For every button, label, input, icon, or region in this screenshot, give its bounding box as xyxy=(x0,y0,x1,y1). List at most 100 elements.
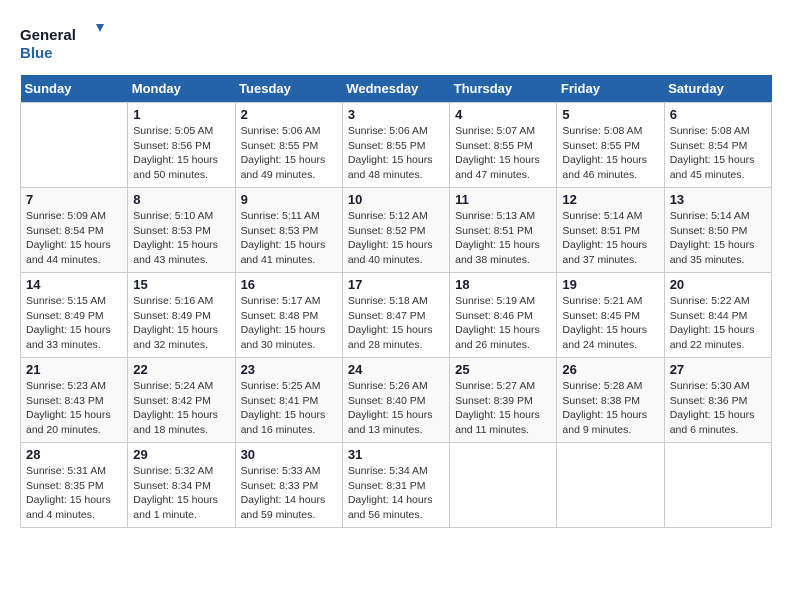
header-friday: Friday xyxy=(557,75,664,103)
day-number: 19 xyxy=(562,277,658,292)
day-info: Sunrise: 5:06 AMSunset: 8:55 PMDaylight:… xyxy=(348,124,444,183)
day-info: Sunrise: 5:08 AMSunset: 8:55 PMDaylight:… xyxy=(562,124,658,183)
day-info: Sunrise: 5:10 AMSunset: 8:53 PMDaylight:… xyxy=(133,209,229,268)
day-number: 23 xyxy=(241,362,337,377)
calendar-cell: 23 Sunrise: 5:25 AMSunset: 8:41 PMDayligh… xyxy=(235,358,342,443)
calendar-cell: 27 Sunrise: 5:30 AMSunset: 8:36 PMDayligh… xyxy=(664,358,771,443)
day-info: Sunrise: 5:08 AMSunset: 8:54 PMDaylight:… xyxy=(670,124,766,183)
day-number: 18 xyxy=(455,277,551,292)
day-info: Sunrise: 5:34 AMSunset: 8:31 PMDaylight:… xyxy=(348,464,444,523)
calendar-cell: 2Sunrise: 5:06 AMSunset: 8:55 PMDaylight… xyxy=(235,103,342,188)
header-wednesday: Wednesday xyxy=(342,75,449,103)
day-info: Sunrise: 5:07 AMSunset: 8:55 PMDaylight:… xyxy=(455,124,551,183)
calendar-cell: 13 Sunrise: 5:14 AMSunset: 8:50 PMDayligh… xyxy=(664,188,771,273)
day-info: Sunrise: 5:32 AMSunset: 8:34 PMDaylight:… xyxy=(133,464,229,523)
calendar-cell: 14 Sunrise: 5:15 AMSunset: 8:49 PMDayligh… xyxy=(21,273,128,358)
day-info: Sunrise: 5:31 AMSunset: 8:35 PMDaylight:… xyxy=(26,464,122,523)
day-number: 12 xyxy=(562,192,658,207)
day-info: Sunrise: 5:09 AMSunset: 8:54 PMDaylight:… xyxy=(26,209,122,268)
svg-text:Blue: Blue xyxy=(20,45,53,62)
calendar-cell: 29 Sunrise: 5:32 AMSunset: 8:34 PMDayligh… xyxy=(128,443,235,528)
logo-svg: General Blue xyxy=(20,20,110,65)
day-number: 11 xyxy=(455,192,551,207)
calendar-cell: 12 Sunrise: 5:14 AMSunset: 8:51 PMDayligh… xyxy=(557,188,664,273)
calendar-cell: 30 Sunrise: 5:33 AMSunset: 8:33 PMDayligh… xyxy=(235,443,342,528)
day-number: 22 xyxy=(133,362,229,377)
calendar-cell: 15 Sunrise: 5:16 AMSunset: 8:49 PMDayligh… xyxy=(128,273,235,358)
calendar-cell: 3 Sunrise: 5:06 AMSunset: 8:55 PMDaylight… xyxy=(342,103,449,188)
calendar-cell: 10Sunrise: 5:12 AMSunset: 8:52 PMDayligh… xyxy=(342,188,449,273)
day-info: Sunrise: 5:28 AMSunset: 8:38 PMDaylight:… xyxy=(562,379,658,438)
calendar-cell: 9 Sunrise: 5:11 AMSunset: 8:53 PMDaylight… xyxy=(235,188,342,273)
day-info: Sunrise: 5:25 AMSunset: 8:41 PMDaylight:… xyxy=(241,379,337,438)
day-info: Sunrise: 5:21 AMSunset: 8:45 PMDaylight:… xyxy=(562,294,658,353)
day-info: Sunrise: 5:12 AMSunset: 8:52 PMDaylight:… xyxy=(348,209,444,268)
day-info: Sunrise: 5:13 AMSunset: 8:51 PMDaylight:… xyxy=(455,209,551,268)
calendar-cell: 16Sunrise: 5:17 AMSunset: 8:48 PMDayligh… xyxy=(235,273,342,358)
calendar-cell xyxy=(557,443,664,528)
week-row-4: 21 Sunrise: 5:23 AMSunset: 8:43 PMDayligh… xyxy=(21,358,772,443)
calendar-cell: 5 Sunrise: 5:08 AMSunset: 8:55 PMDaylight… xyxy=(557,103,664,188)
header-saturday: Saturday xyxy=(664,75,771,103)
day-number: 13 xyxy=(670,192,766,207)
day-number: 16 xyxy=(241,277,337,292)
day-info: Sunrise: 5:11 AMSunset: 8:53 PMDaylight:… xyxy=(241,209,337,268)
day-info: Sunrise: 5:14 AMSunset: 8:50 PMDaylight:… xyxy=(670,209,766,268)
day-number: 29 xyxy=(133,447,229,462)
header-sunday: Sunday xyxy=(21,75,128,103)
day-number: 27 xyxy=(670,362,766,377)
day-number: 9 xyxy=(241,192,337,207)
day-number: 30 xyxy=(241,447,337,462)
calendar-cell: 11 Sunrise: 5:13 AMSunset: 8:51 PMDayligh… xyxy=(450,188,557,273)
day-number: 15 xyxy=(133,277,229,292)
calendar-cell: 1Sunrise: 5:05 AMSunset: 8:56 PMDaylight… xyxy=(128,103,235,188)
day-info: Sunrise: 5:33 AMSunset: 8:33 PMDaylight:… xyxy=(241,464,337,523)
day-number: 24 xyxy=(348,362,444,377)
day-number: 14 xyxy=(26,277,122,292)
page-header: General Blue xyxy=(20,20,772,65)
calendar-cell: 28 Sunrise: 5:31 AMSunset: 8:35 PMDayligh… xyxy=(21,443,128,528)
calendar-cell: 25 Sunrise: 5:27 AMSunset: 8:39 PMDayligh… xyxy=(450,358,557,443)
calendar-cell xyxy=(450,443,557,528)
day-number: 1 xyxy=(133,107,229,122)
svg-text:General: General xyxy=(20,27,76,44)
header-row: SundayMondayTuesdayWednesdayThursdayFrid… xyxy=(21,75,772,103)
day-info: Sunrise: 5:15 AMSunset: 8:49 PMDaylight:… xyxy=(26,294,122,353)
logo: General Blue xyxy=(20,20,110,65)
calendar-cell: 17 Sunrise: 5:18 AMSunset: 8:47 PMDayligh… xyxy=(342,273,449,358)
day-info: Sunrise: 5:18 AMSunset: 8:47 PMDaylight:… xyxy=(348,294,444,353)
day-info: Sunrise: 5:22 AMSunset: 8:44 PMDaylight:… xyxy=(670,294,766,353)
day-info: Sunrise: 5:14 AMSunset: 8:51 PMDaylight:… xyxy=(562,209,658,268)
day-info: Sunrise: 5:26 AMSunset: 8:40 PMDaylight:… xyxy=(348,379,444,438)
day-number: 7 xyxy=(26,192,122,207)
day-info: Sunrise: 5:24 AMSunset: 8:42 PMDaylight:… xyxy=(133,379,229,438)
day-info: Sunrise: 5:23 AMSunset: 8:43 PMDaylight:… xyxy=(26,379,122,438)
header-thursday: Thursday xyxy=(450,75,557,103)
day-number: 5 xyxy=(562,107,658,122)
day-info: Sunrise: 5:19 AMSunset: 8:46 PMDaylight:… xyxy=(455,294,551,353)
calendar-table: SundayMondayTuesdayWednesdayThursdayFrid… xyxy=(20,75,772,528)
calendar-cell: 4Sunrise: 5:07 AMSunset: 8:55 PMDaylight… xyxy=(450,103,557,188)
week-row-5: 28 Sunrise: 5:31 AMSunset: 8:35 PMDayligh… xyxy=(21,443,772,528)
day-number: 25 xyxy=(455,362,551,377)
day-number: 8 xyxy=(133,192,229,207)
calendar-cell: 19 Sunrise: 5:21 AMSunset: 8:45 PMDayligh… xyxy=(557,273,664,358)
day-info: Sunrise: 5:27 AMSunset: 8:39 PMDaylight:… xyxy=(455,379,551,438)
day-number: 2 xyxy=(241,107,337,122)
day-number: 17 xyxy=(348,277,444,292)
day-number: 21 xyxy=(26,362,122,377)
calendar-cell: 26Sunrise: 5:28 AMSunset: 8:38 PMDayligh… xyxy=(557,358,664,443)
calendar-cell: 7 Sunrise: 5:09 AMSunset: 8:54 PMDaylight… xyxy=(21,188,128,273)
calendar-cell xyxy=(21,103,128,188)
day-number: 31 xyxy=(348,447,444,462)
calendar-cell: 24 Sunrise: 5:26 AMSunset: 8:40 PMDayligh… xyxy=(342,358,449,443)
day-info: Sunrise: 5:16 AMSunset: 8:49 PMDaylight:… xyxy=(133,294,229,353)
day-number: 28 xyxy=(26,447,122,462)
header-tuesday: Tuesday xyxy=(235,75,342,103)
day-info: Sunrise: 5:30 AMSunset: 8:36 PMDaylight:… xyxy=(670,379,766,438)
calendar-cell: 8 Sunrise: 5:10 AMSunset: 8:53 PMDaylight… xyxy=(128,188,235,273)
day-number: 3 xyxy=(348,107,444,122)
week-row-1: 1Sunrise: 5:05 AMSunset: 8:56 PMDaylight… xyxy=(21,103,772,188)
calendar-cell: 21 Sunrise: 5:23 AMSunset: 8:43 PMDayligh… xyxy=(21,358,128,443)
calendar-cell: 22 Sunrise: 5:24 AMSunset: 8:42 PMDayligh… xyxy=(128,358,235,443)
